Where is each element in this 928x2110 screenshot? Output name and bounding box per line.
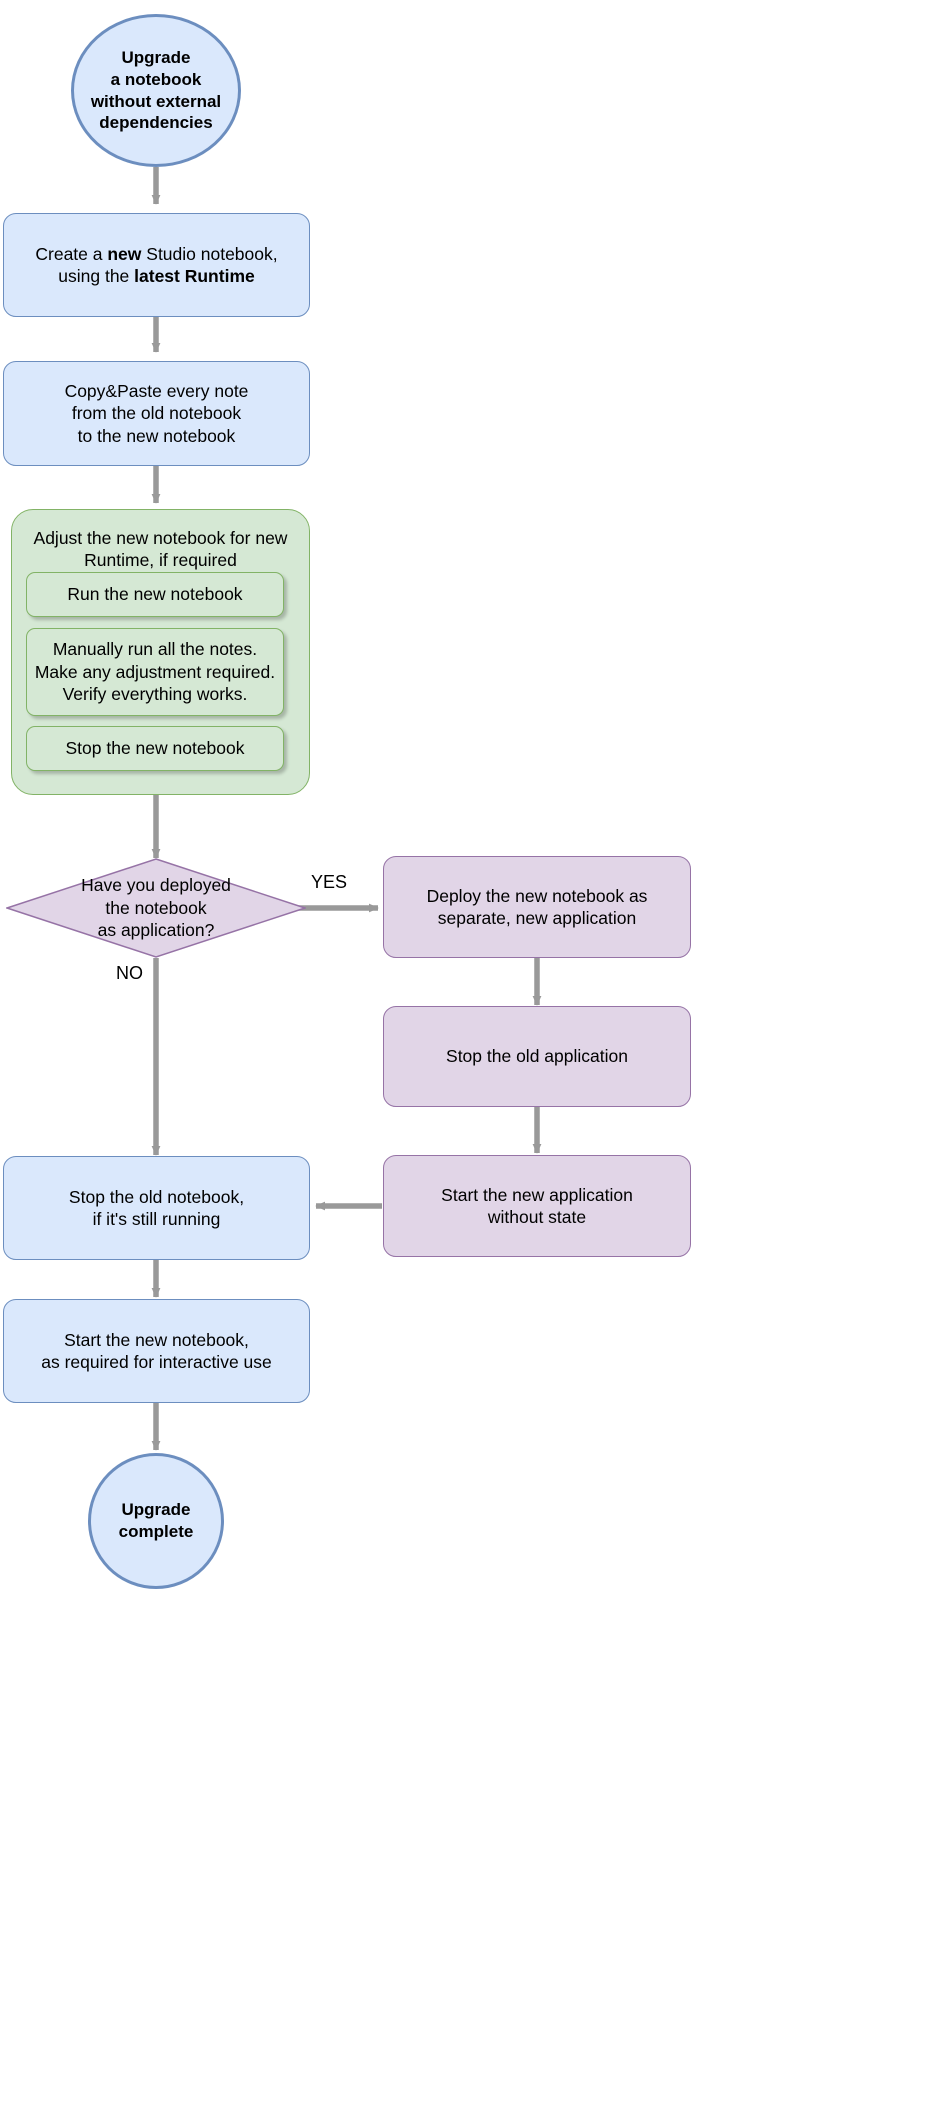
node-end-label: Upgrade complete	[118, 1500, 194, 1541]
node-create-new-notebook[interactable]: Create a new Studio notebook, using the l…	[3, 213, 310, 317]
node-copy-paste-label: Copy&Paste every note from the old noteb…	[64, 380, 249, 446]
node-start-label: Upgrade a notebook without external depe…	[90, 48, 222, 133]
node-stop-new-notebook-label: Stop the new notebook	[65, 738, 245, 759]
edge-label-no: NO	[116, 963, 143, 983]
edge-label-yes: YES	[311, 872, 348, 892]
node-stop-old-application-label: Stop the old application	[446, 1046, 628, 1067]
node-start-new-application[interactable]: Start the new application without state	[383, 1155, 691, 1257]
node-start-new-notebook[interactable]: Start the new notebook, as required for …	[3, 1299, 310, 1403]
node-decision-deployed[interactable]: Have you deployed the notebook as applic…	[6, 858, 306, 958]
node-deploy-new-application-label: Deploy the new notebook as separate, new…	[426, 885, 648, 928]
node-stop-new-notebook[interactable]: Stop the new notebook	[26, 726, 284, 771]
node-run-new-notebook[interactable]: Run the new notebook	[26, 572, 284, 617]
node-manual-run-notes[interactable]: Manually run all the notes. Make any adj…	[26, 628, 284, 716]
node-start-new-application-label: Start the new application without state	[441, 1184, 633, 1227]
node-create-new-notebook-label: Create a new Studio notebook, using the l…	[35, 243, 278, 286]
node-decision-deployed-label: Have you deployed the notebook as applic…	[81, 875, 231, 941]
node-manual-run-notes-label: Manually run all the notes. Make any adj…	[34, 639, 276, 705]
node-end[interactable]: Upgrade complete	[88, 1453, 224, 1589]
node-deploy-new-application[interactable]: Deploy the new notebook as separate, new…	[383, 856, 691, 958]
node-decision-deployed-label-wrap: Have you deployed the notebook as applic…	[6, 858, 306, 958]
node-stop-old-notebook-label: Stop the old notebook, if it's still run…	[68, 1186, 245, 1229]
node-stop-old-application[interactable]: Stop the old application	[383, 1006, 691, 1107]
node-stop-old-notebook[interactable]: Stop the old notebook, if it's still run…	[3, 1156, 310, 1260]
node-start-new-notebook-label: Start the new notebook, as required for …	[41, 1329, 272, 1372]
node-copy-paste[interactable]: Copy&Paste every note from the old noteb…	[3, 361, 310, 466]
group-adjust-notebook[interactable]: Adjust the new notebook for new Runtime,…	[11, 509, 310, 795]
node-run-new-notebook-label: Run the new notebook	[67, 584, 243, 605]
node-start[interactable]: Upgrade a notebook without external depe…	[71, 14, 241, 167]
flowchart-canvas: Upgrade a notebook without external depe…	[0, 0, 928, 2110]
group-adjust-notebook-title: Adjust the new notebook for new Runtime,…	[33, 528, 288, 571]
